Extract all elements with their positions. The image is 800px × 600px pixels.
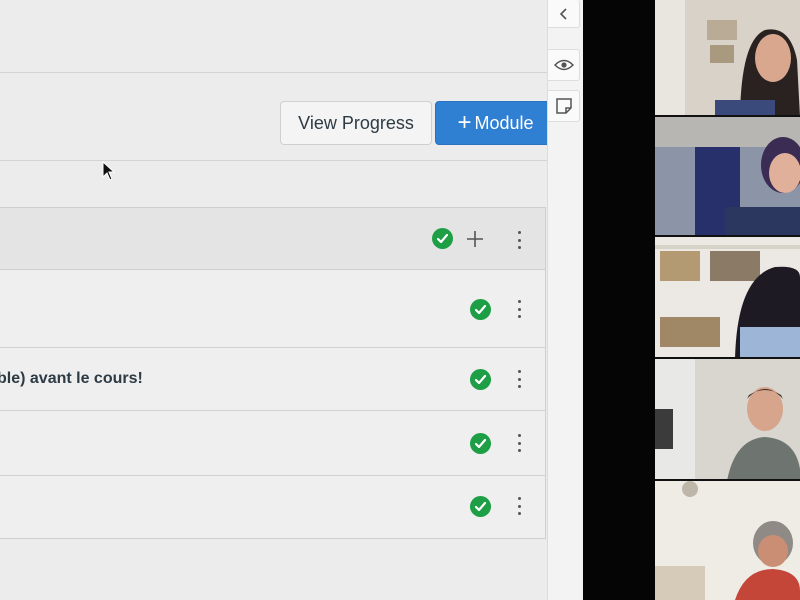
module-container: ble) avant le cours!	[0, 207, 546, 539]
item-options-kebab-icon[interactable]	[516, 497, 522, 515]
video-tile[interactable]	[655, 359, 800, 481]
published-check-icon[interactable]	[432, 228, 453, 249]
participant-video	[655, 237, 800, 357]
module-item[interactable]	[0, 476, 545, 538]
item-options-kebab-icon[interactable]	[516, 434, 522, 452]
add-module-label: Module	[474, 112, 534, 133]
published-check-icon[interactable]	[470, 299, 491, 320]
video-tile[interactable]	[655, 237, 800, 359]
plus-icon: +	[457, 109, 472, 136]
student-view-button[interactable]	[548, 49, 580, 81]
module-header[interactable]	[0, 208, 545, 270]
participant-video	[655, 481, 800, 600]
chevron-left-icon	[559, 7, 567, 20]
view-progress-button[interactable]: View Progress	[280, 101, 432, 145]
video-tile[interactable]	[655, 481, 800, 600]
view-progress-label: View Progress	[298, 112, 414, 133]
module-item[interactable]	[0, 270, 545, 348]
collapse-sidebar-button[interactable]	[548, 0, 580, 28]
screen-divider	[583, 0, 655, 600]
notes-button[interactable]	[548, 90, 580, 122]
video-tile[interactable]	[655, 0, 800, 117]
item-options-kebab-icon[interactable]	[516, 300, 522, 318]
header-divider	[0, 160, 547, 161]
participant-video	[655, 117, 800, 235]
video-gallery	[655, 0, 800, 600]
published-check-icon[interactable]	[470, 369, 491, 390]
module-item[interactable]: ble) avant le cours!	[0, 348, 545, 411]
mouse-cursor-icon	[102, 161, 116, 181]
sticky-note-icon	[555, 98, 572, 114]
add-module-button[interactable]: + Module	[435, 101, 556, 145]
module-item-title[interactable]: ble) avant le cours!	[0, 370, 143, 388]
published-check-icon[interactable]	[470, 433, 491, 454]
top-divider	[0, 72, 547, 73]
side-tool-strip	[547, 0, 583, 600]
item-options-kebab-icon[interactable]	[516, 370, 522, 388]
video-tile[interactable]	[655, 117, 800, 237]
participant-video	[655, 0, 800, 115]
course-modules-page: View Progress + Module ble) avant le cou…	[0, 0, 556, 600]
published-check-icon[interactable]	[470, 496, 491, 517]
module-options-kebab-icon[interactable]	[516, 231, 522, 249]
eye-icon	[553, 59, 574, 71]
module-item[interactable]	[0, 411, 545, 476]
add-item-plus-icon[interactable]	[466, 230, 484, 248]
participant-video	[655, 359, 800, 479]
